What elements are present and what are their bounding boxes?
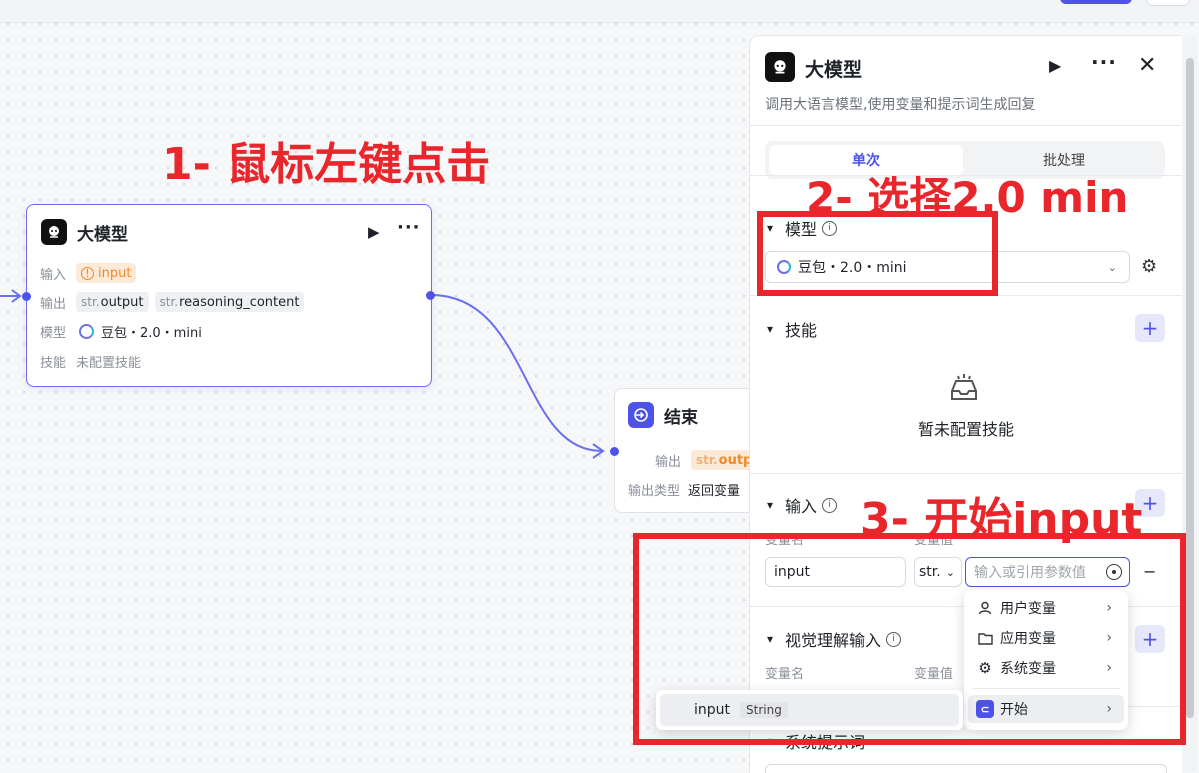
annotation-step3: 3- 开始input <box>860 494 1143 545</box>
annotation-box-input <box>633 533 1186 745</box>
skill-label: 技能 <box>40 356 67 371</box>
add-skill-button[interactable]: + <box>1135 314 1165 342</box>
skill-value: 未配置技能 <box>76 356 142 371</box>
run-node-icon[interactable]: ▶ <box>368 223 380 241</box>
end-kind-label: 输出类型 <box>628 484 681 499</box>
chevron-down-icon: ⌄ <box>1107 260 1117 274</box>
llm-node-icon <box>41 219 67 245</box>
end-output-type: str. <box>696 453 718 467</box>
end-kind-row: 输出类型 返回变量 <box>628 480 740 499</box>
skills-section-title: 技能 <box>785 321 818 340</box>
llm-skill-row: 技能 未配置技能 <box>40 352 141 371</box>
end-input-port[interactable] <box>610 447 619 456</box>
end-node-title: 结束 <box>664 407 698 428</box>
skills-empty-text: 暂未配置技能 <box>917 420 1014 439</box>
llm-node-title: 大模型 <box>77 224 128 245</box>
output-type: str. <box>159 295 179 309</box>
input-tag-label: input <box>98 265 132 281</box>
llm-output-row: 输出 str. output str. reasoning_content <box>40 292 310 312</box>
output-tag: str. reasoning_content <box>154 292 305 312</box>
end-node-icon <box>628 402 654 428</box>
chevron-down-icon: ▾ <box>767 498 774 512</box>
output-name: reasoning_content <box>179 294 300 310</box>
empty-inbox-icon <box>946 371 982 411</box>
output-tag: str. output <box>76 292 149 312</box>
divider <box>750 125 1182 126</box>
llm-node[interactable]: 大模型 ▶ ··· 输入 ! input 输出 str. output str. re… <box>26 204 432 387</box>
skills-section-header[interactable]: ▾ 技能 <box>767 317 817 341</box>
doubao-icon <box>79 324 94 339</box>
end-output-label: 输出 <box>655 454 682 470</box>
llm-input-row: 输入 ! input <box>40 263 142 283</box>
input-tag: ! input <box>76 263 137 283</box>
warning-icon: ! <box>81 266 94 280</box>
panel-more-icon[interactable]: ··· <box>1091 50 1117 74</box>
output-label: 输出 <box>40 296 67 312</box>
panel-description: 调用大语言模型,使用变量和提示词生成回复 <box>765 97 1036 113</box>
output-type: str. <box>81 295 100 309</box>
info-icon: i <box>822 497 838 513</box>
panel-llm-icon <box>765 52 795 82</box>
close-icon[interactable]: ✕ <box>1138 53 1156 78</box>
input-section-title: 输入 <box>785 497 818 516</box>
llm-input-port[interactable] <box>22 292 31 301</box>
more-icon[interactable]: ··· <box>397 217 421 238</box>
model-value: 豆包・2.0・mini <box>101 326 202 341</box>
scrollbar-thumb[interactable] <box>1186 58 1194 718</box>
end-kind-value: 返回变量 <box>688 484 741 499</box>
llm-output-port[interactable] <box>426 291 435 300</box>
llm-model-row: 模型 豆包・2.0・mini <box>40 322 202 341</box>
input-label: 输入 <box>40 267 67 283</box>
model-label: 模型 <box>40 326 67 341</box>
chevron-down-icon: ▾ <box>767 322 774 336</box>
input-section-header[interactable]: ▾ 输入 i <box>767 493 838 517</box>
panel-title: 大模型 <box>805 59 863 81</box>
model-settings-icon[interactable]: ⚙ <box>1141 256 1157 277</box>
annotation-step1: 1- 鼠标左键点击 <box>162 139 491 190</box>
output-name: output <box>100 294 144 310</box>
edge-llm-to-end <box>430 294 603 452</box>
annotation-step2: 2- 选择2.0 min <box>806 173 1129 222</box>
divider <box>750 473 1182 474</box>
panel-run-icon[interactable]: ▶ <box>1049 56 1061 75</box>
